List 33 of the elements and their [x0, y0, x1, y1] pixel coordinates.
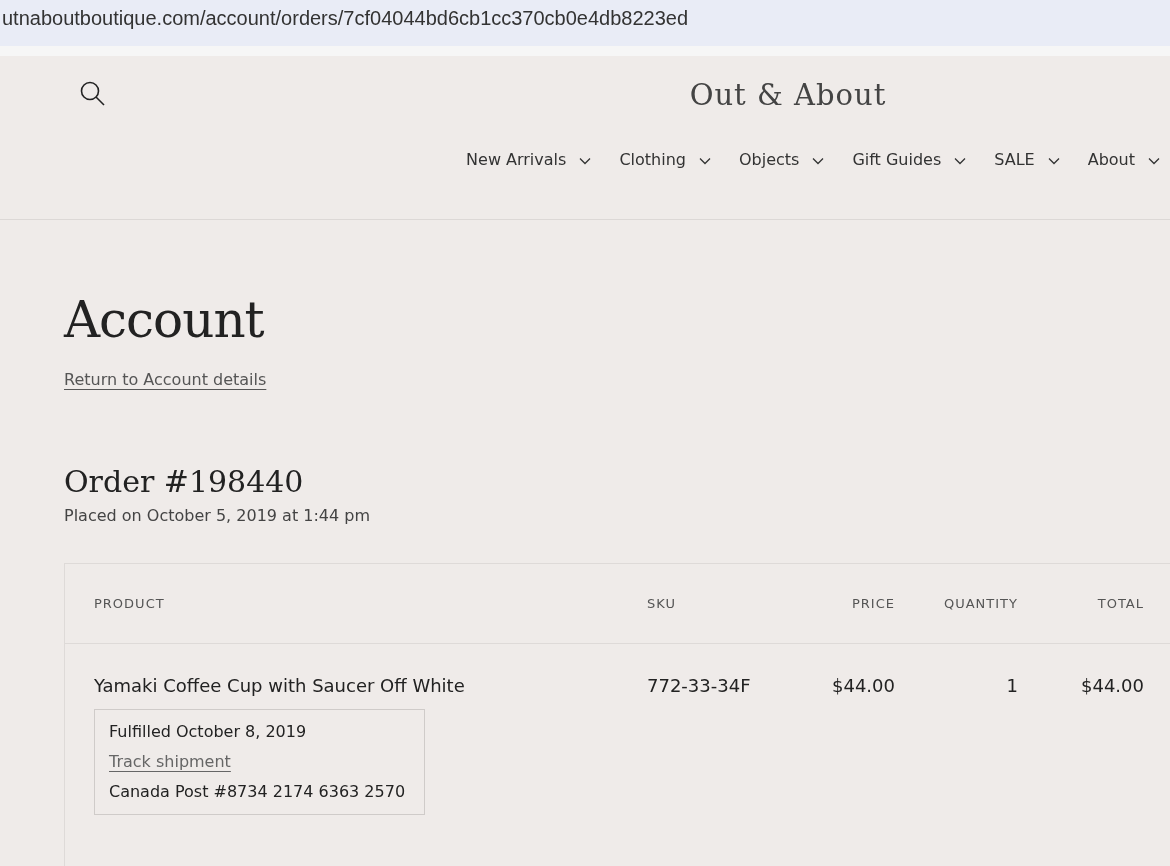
address-bar[interactable]: utnaboutboutique.com/account/orders/7cf04044bd6cb1cc370cb0e4db8223ed — [0, 0, 1170, 56]
return-link[interactable]: Return to Account details — [64, 368, 267, 392]
nav-menu-item[interactable]: Objects — [738, 147, 825, 172]
column-header: TOTAL — [1096, 594, 1144, 613]
table-cell-text: 772-33-34F — [647, 674, 752, 698]
nav-menu-item[interactable]: Gift Guides — [852, 147, 967, 172]
track-shipment-link[interactable]: Track shipment — [109, 750, 231, 774]
nav-menu-item[interactable]: Clothing — [619, 147, 711, 172]
store-logo[interactable]: Out & About — [689, 74, 887, 118]
nav-menu-item[interactable]: New Arrivals — [466, 147, 592, 172]
order-date: Placed on October 5, 2019 at 1:44 pm — [64, 505, 371, 527]
column-header: QUANTITY — [942, 594, 1018, 613]
table-cell-text: 1 — [1005, 674, 1018, 698]
chevron-down-icon — [698, 157, 711, 165]
chevron-down-icon — [1148, 157, 1160, 165]
page-title: Account — [64, 290, 265, 350]
column-header: SKU — [647, 594, 677, 613]
table-cell-text: $44.00 — [831, 674, 895, 698]
chevron-down-icon — [812, 157, 825, 165]
search-icon[interactable] — [80, 81, 106, 107]
fulfillment-status: Fulfilled October 8, 2019 — [109, 721, 308, 743]
chevron-down-icon — [954, 157, 967, 165]
nav-menu-item[interactable]: About — [1087, 147, 1160, 172]
chevron-down-icon — [1047, 157, 1060, 165]
product-name: Yamaki Coffee Cup with Saucer Off White — [94, 674, 466, 698]
url-text: utnaboutboutique.com/account/orders/7cf04044bd6cb1cc370cb0e4db8223ed — [2, 6, 689, 31]
column-header: PRICE — [851, 594, 895, 613]
order-title: Order #198440 — [64, 463, 305, 501]
chevron-down-icon — [579, 157, 592, 165]
column-header: PRODUCT — [94, 594, 166, 613]
table-cell-text: $44.00 — [1080, 674, 1144, 698]
tracking-number: Canada Post #8734 2174 6363 2570 — [109, 781, 407, 803]
nav-menu-item[interactable]: SALE — [994, 147, 1060, 172]
